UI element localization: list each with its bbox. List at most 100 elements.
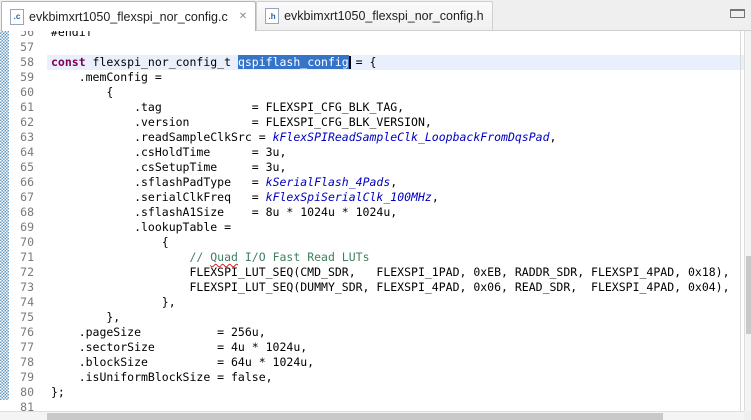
horizontal-scrollbar-thumb[interactable] bbox=[47, 413, 663, 420]
line-number[interactable]: 57 bbox=[0, 40, 34, 55]
code-line-71[interactable]: 71 // Quad I/O Fast Read LUTs bbox=[0, 250, 744, 265]
code-token: .serialClkFreq = bbox=[51, 190, 266, 204]
line-number[interactable]: 66 bbox=[0, 175, 34, 190]
code-text: .sflashA1Size = 8u * 1024u * 1024u, bbox=[34, 205, 397, 219]
code-token: FLEXSPI_LUT_SEQ(CMD_SDR, FLEXSPI_1PAD, 0… bbox=[51, 265, 730, 279]
code-line-59[interactable]: 59 .memConfig = bbox=[0, 70, 744, 85]
restore-view-icon[interactable] bbox=[730, 9, 745, 18]
tab-bar: .c evkbimxrt1050_flexspi_nor_config.c ✕ .he… bbox=[0, 0, 751, 31]
line-number[interactable]: 71 bbox=[0, 250, 34, 265]
line-number[interactable]: 78 bbox=[0, 355, 34, 370]
code-line-75[interactable]: 75 }, bbox=[0, 310, 744, 325]
editor-area[interactable]: 56 #endif 5758const flexspi_nor_config_t q… bbox=[0, 31, 751, 420]
code-text: .memConfig = bbox=[34, 70, 162, 84]
line-number[interactable]: 77 bbox=[0, 340, 34, 355]
code-token: Quad bbox=[210, 250, 238, 264]
code-line-60[interactable]: 60 { bbox=[0, 85, 744, 100]
line-number[interactable]: 79 bbox=[0, 370, 34, 385]
code-line-73[interactable]: 73 FLEXSPI_LUT_SEQ(DUMMY_SDR, FLEXSPI_4P… bbox=[0, 280, 744, 295]
code-text: }, bbox=[34, 295, 176, 309]
code-text: .version = FLEXSPI_CFG_BLK_VERSION, bbox=[34, 115, 432, 129]
line-number[interactable]: 68 bbox=[0, 205, 34, 220]
line-number[interactable]: 58 bbox=[0, 55, 34, 70]
code-token: FLEXSPI_LUT_SEQ(DUMMY_SDR, FLEXSPI_4PAD,… bbox=[51, 280, 730, 294]
code-text: FLEXSPI_LUT_SEQ(DUMMY_SDR, FLEXSPI_4PAD,… bbox=[34, 280, 730, 294]
code-token: .memConfig = bbox=[51, 70, 162, 84]
line-number[interactable]: 60 bbox=[0, 85, 34, 100]
horizontal-scrollbar[interactable] bbox=[0, 411, 744, 420]
code-line-68[interactable]: 68 .sflashA1Size = 8u * 1024u * 1024u, bbox=[0, 205, 744, 220]
code-line-70[interactable]: 70 { bbox=[0, 235, 744, 250]
code-line-78[interactable]: 78 .blockSize = 64u * 1024u, bbox=[0, 355, 744, 370]
code-line-69[interactable]: 69 .lookupTable = bbox=[0, 220, 744, 235]
code-line-63[interactable]: 63 .readSampleClkSrc = kFlexSPIReadSampl… bbox=[0, 130, 744, 145]
vertical-scrollbar-thumb[interactable] bbox=[746, 256, 751, 334]
code-token: // bbox=[51, 250, 210, 264]
code-text: // Quad I/O Fast Read LUTs bbox=[34, 250, 370, 264]
code-line-74[interactable]: 74 }, bbox=[0, 295, 744, 310]
tab-label: evkbimxrt1050_flexspi_nor_config.c bbox=[29, 10, 228, 24]
text-caret bbox=[349, 56, 351, 69]
line-number[interactable]: 65 bbox=[0, 160, 34, 175]
code-line-57[interactable]: 57 bbox=[0, 40, 744, 55]
line-number[interactable]: 74 bbox=[0, 295, 34, 310]
code-text: .csSetupTime = 3u, bbox=[34, 160, 286, 174]
line-number[interactable]: 75 bbox=[0, 310, 34, 325]
line-number[interactable]: 80 bbox=[0, 385, 34, 400]
code-token: , bbox=[390, 175, 397, 189]
line-number[interactable]: 70 bbox=[0, 235, 34, 250]
vertical-scrollbar[interactable] bbox=[744, 31, 751, 411]
code-line-65[interactable]: 65 .csSetupTime = 3u, bbox=[0, 160, 744, 175]
code-line-66[interactable]: 66 .sflashPadType = kSerialFlash_4Pads, bbox=[0, 175, 744, 190]
close-icon[interactable]: ✕ bbox=[239, 11, 247, 22]
scrollbar-corner bbox=[744, 411, 751, 420]
code-text: { bbox=[34, 235, 169, 249]
code-line-80[interactable]: 80}; bbox=[0, 385, 744, 400]
code-line-56[interactable]: 56 #endif bbox=[0, 31, 744, 40]
code-line-58[interactable]: 58const flexspi_nor_config_t qspiflash_c… bbox=[0, 55, 744, 70]
c-file-icon: .c bbox=[10, 9, 24, 25]
code-line-77[interactable]: 77 .sectorSize = 4u * 1024u, bbox=[0, 340, 744, 355]
line-number[interactable]: 76 bbox=[0, 325, 34, 340]
line-number[interactable]: 61 bbox=[0, 100, 34, 115]
code-text: }, bbox=[34, 310, 120, 324]
code-line-72[interactable]: 72 FLEXSPI_LUT_SEQ(CMD_SDR, FLEXSPI_1PAD… bbox=[0, 265, 744, 280]
code-token: .sflashPadType = bbox=[51, 175, 266, 189]
code-token: #endif bbox=[51, 31, 93, 39]
code-token: .csHoldTime = 3u, bbox=[51, 145, 286, 159]
code-text: .lookupTable = bbox=[34, 220, 231, 234]
code-text: FLEXSPI_LUT_SEQ(CMD_SDR, FLEXSPI_1PAD, 0… bbox=[34, 265, 730, 279]
code-token: }, bbox=[51, 295, 176, 309]
line-number[interactable]: 67 bbox=[0, 190, 34, 205]
line-number[interactable]: 63 bbox=[0, 130, 34, 145]
code-line-67[interactable]: 67 .serialClkFreq = kFlexSpiSerialClk_10… bbox=[0, 190, 744, 205]
code-line-61[interactable]: 61 .tag = FLEXSPI_CFG_BLK_TAG, bbox=[0, 100, 744, 115]
code-token: .tag = FLEXSPI_CFG_BLK_TAG, bbox=[51, 100, 404, 114]
code-text: #endif bbox=[34, 31, 93, 39]
code-token: kFlexSpiSerialClk_100MHz bbox=[266, 190, 432, 204]
code-line-62[interactable]: 62 .version = FLEXSPI_CFG_BLK_VERSION, bbox=[0, 115, 744, 130]
code-token: .csSetupTime = 3u, bbox=[51, 160, 286, 174]
code-line-76[interactable]: 76 .pageSize = 256u, bbox=[0, 325, 744, 340]
line-number[interactable]: 73 bbox=[0, 280, 34, 295]
selected-text: qspiflash_config bbox=[238, 55, 349, 69]
tab-c-file[interactable]: .c evkbimxrt1050_flexspi_nor_config.c ✕ bbox=[1, 1, 256, 31]
line-number[interactable]: 69 bbox=[0, 220, 34, 235]
code-line-79[interactable]: 79 .isUniformBlockSize = false, bbox=[0, 370, 744, 385]
code-token: .sflashA1Size = 8u * 1024u * 1024u, bbox=[51, 205, 397, 219]
line-number[interactable]: 72 bbox=[0, 265, 34, 280]
code-token: const bbox=[51, 55, 86, 69]
line-number[interactable]: 56 bbox=[0, 31, 34, 40]
code-text: .isUniformBlockSize = false, bbox=[34, 370, 273, 384]
line-number[interactable]: 64 bbox=[0, 145, 34, 160]
code-token: .isUniformBlockSize = false, bbox=[51, 370, 273, 384]
line-number[interactable]: 59 bbox=[0, 70, 34, 85]
line-number[interactable]: 62 bbox=[0, 115, 34, 130]
code-text: const flexspi_nor_config_t qspiflash_con… bbox=[34, 55, 376, 69]
code-text bbox=[34, 40, 51, 54]
code-line-64[interactable]: 64 .csHoldTime = 3u, bbox=[0, 145, 744, 160]
tab-h-file[interactable]: .hevkbimxrt1050_flexspi_nor_config.h bbox=[256, 1, 492, 30]
tab-label: evkbimxrt1050_flexspi_nor_config.h bbox=[284, 9, 483, 23]
code-token: .blockSize = 64u * 1024u, bbox=[51, 355, 314, 369]
code-text: .serialClkFreq = kFlexSpiSerialClk_100MH… bbox=[34, 190, 439, 204]
